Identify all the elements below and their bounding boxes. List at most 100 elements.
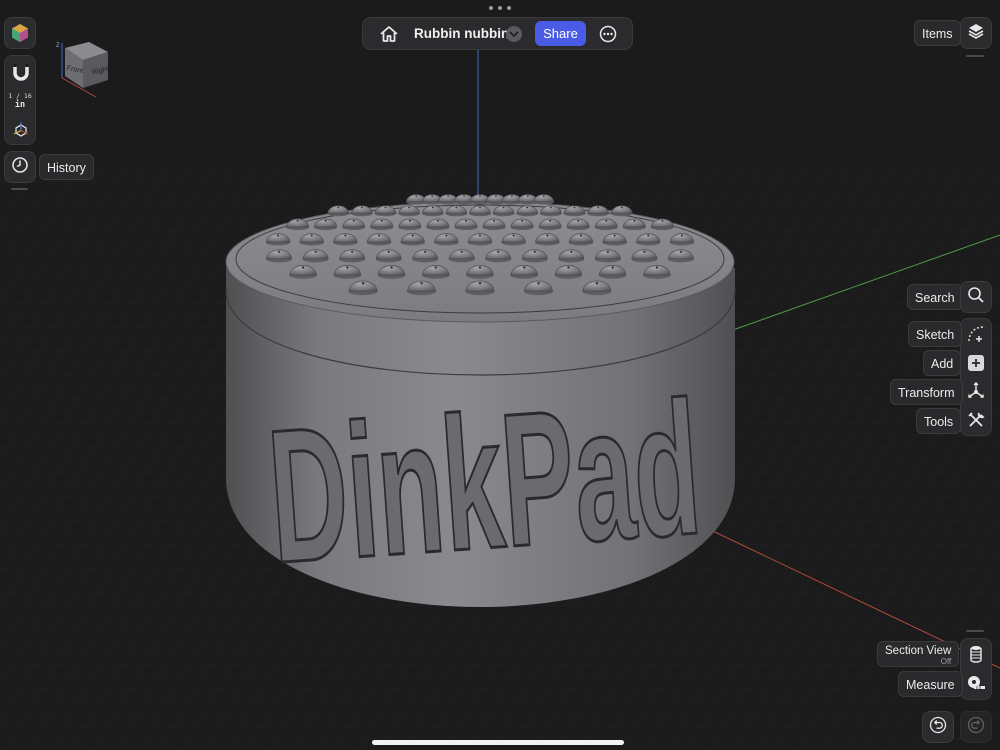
nub	[502, 206, 505, 209]
section-view-label[interactable]: Section View Off	[877, 641, 960, 667]
nub	[597, 206, 600, 209]
items-divider	[966, 55, 984, 57]
tools-icon[interactable]	[966, 410, 986, 430]
tape-measure-icon[interactable]	[966, 673, 986, 693]
nub	[387, 250, 390, 253]
share-button[interactable]: Share	[535, 21, 586, 46]
nub	[570, 250, 573, 253]
nub	[546, 234, 549, 237]
transform-icon[interactable]	[966, 381, 986, 401]
nub	[346, 266, 349, 269]
items-button[interactable]	[960, 17, 992, 49]
measure-label[interactable]: Measure	[898, 671, 963, 697]
nub	[431, 195, 434, 197]
nub	[679, 250, 682, 253]
nub	[613, 234, 616, 237]
nub	[680, 234, 683, 237]
cad-viewport[interactable]: DinkPad Rubbin nubbin Share 1 / 16 in Hi…	[0, 0, 1000, 750]
home-indicator[interactable]	[372, 740, 624, 745]
nub	[478, 282, 482, 285]
dinkpad-model[interactable]: DinkPad	[225, 194, 736, 607]
nub	[605, 219, 608, 222]
nub	[577, 219, 580, 222]
search-button[interactable]	[960, 281, 992, 313]
sketch-icon[interactable]	[966, 324, 986, 344]
chevron-down-icon[interactable]	[506, 26, 522, 42]
grid-unit-fraction[interactable]: 1 / 16	[5, 92, 35, 100]
history-button[interactable]	[4, 151, 36, 183]
nub	[495, 195, 497, 197]
nub	[352, 219, 355, 222]
nub	[606, 250, 609, 253]
nub	[463, 195, 465, 197]
snap-axis-icon[interactable]	[13, 122, 29, 138]
search-icon	[967, 286, 985, 309]
history-label[interactable]: History	[39, 154, 94, 180]
section-view-icon[interactable]	[966, 644, 986, 664]
nub	[647, 234, 650, 237]
section-view-state: Off	[940, 657, 952, 666]
nub	[537, 282, 540, 285]
nub	[549, 206, 552, 209]
nub	[655, 266, 659, 269]
nub	[436, 219, 439, 222]
undo-icon	[929, 716, 947, 739]
nub	[455, 206, 458, 209]
grid-unit-name[interactable]: in	[5, 100, 35, 110]
nub	[549, 219, 552, 222]
tools-label[interactable]: Tools	[916, 408, 962, 434]
nub	[567, 266, 570, 269]
undo-button[interactable]	[922, 711, 954, 743]
magnet-snap-icon[interactable]	[11, 62, 31, 82]
bottom-tools-divider	[966, 630, 984, 632]
nub	[445, 234, 448, 237]
nub	[380, 219, 383, 222]
app-logo-icon[interactable]	[4, 17, 36, 49]
nub	[447, 195, 449, 197]
nub	[497, 250, 500, 253]
nub	[408, 206, 411, 209]
search-label[interactable]: Search	[907, 284, 963, 310]
nub	[411, 234, 414, 237]
add-label[interactable]: Add	[923, 350, 962, 376]
nub	[378, 234, 381, 237]
section-view-title: Section View	[885, 645, 952, 657]
home-icon[interactable]	[379, 25, 399, 43]
snap-settings-panel: 1 / 16 in	[4, 55, 36, 145]
nub	[296, 219, 299, 222]
nub	[360, 206, 363, 209]
layers-icon	[967, 22, 985, 45]
add-icon[interactable]	[968, 355, 984, 371]
3d-scene[interactable]: DinkPad	[0, 0, 1000, 750]
nub	[573, 206, 576, 209]
more-options-icon[interactable]	[599, 25, 617, 43]
nub	[278, 250, 281, 253]
document-toolbar: Rubbin nubbin Share	[362, 17, 633, 50]
nub	[460, 250, 463, 253]
nub	[595, 282, 599, 285]
transform-label[interactable]: Transform	[890, 379, 963, 405]
nub	[479, 195, 481, 197]
nub	[434, 266, 437, 269]
nub	[521, 219, 524, 222]
nub	[420, 282, 423, 285]
sketch-label[interactable]: Sketch	[908, 321, 963, 347]
redo-icon	[967, 716, 985, 739]
nub	[643, 250, 646, 253]
nub	[523, 266, 526, 269]
nub	[465, 219, 467, 222]
view-cube[interactable]: Z Front Right	[53, 38, 113, 98]
top-handle[interactable]	[489, 6, 511, 12]
nub	[314, 250, 317, 253]
nub	[579, 234, 582, 237]
redo-button[interactable]	[960, 711, 992, 743]
nub	[620, 206, 623, 209]
nub	[415, 195, 418, 197]
nub	[633, 219, 636, 222]
items-label[interactable]: Items	[914, 20, 961, 46]
nub	[478, 266, 482, 269]
document-title[interactable]: Rubbin nubbin	[414, 26, 509, 41]
clock-icon	[11, 156, 29, 179]
nub	[390, 266, 393, 269]
nub	[533, 250, 536, 253]
